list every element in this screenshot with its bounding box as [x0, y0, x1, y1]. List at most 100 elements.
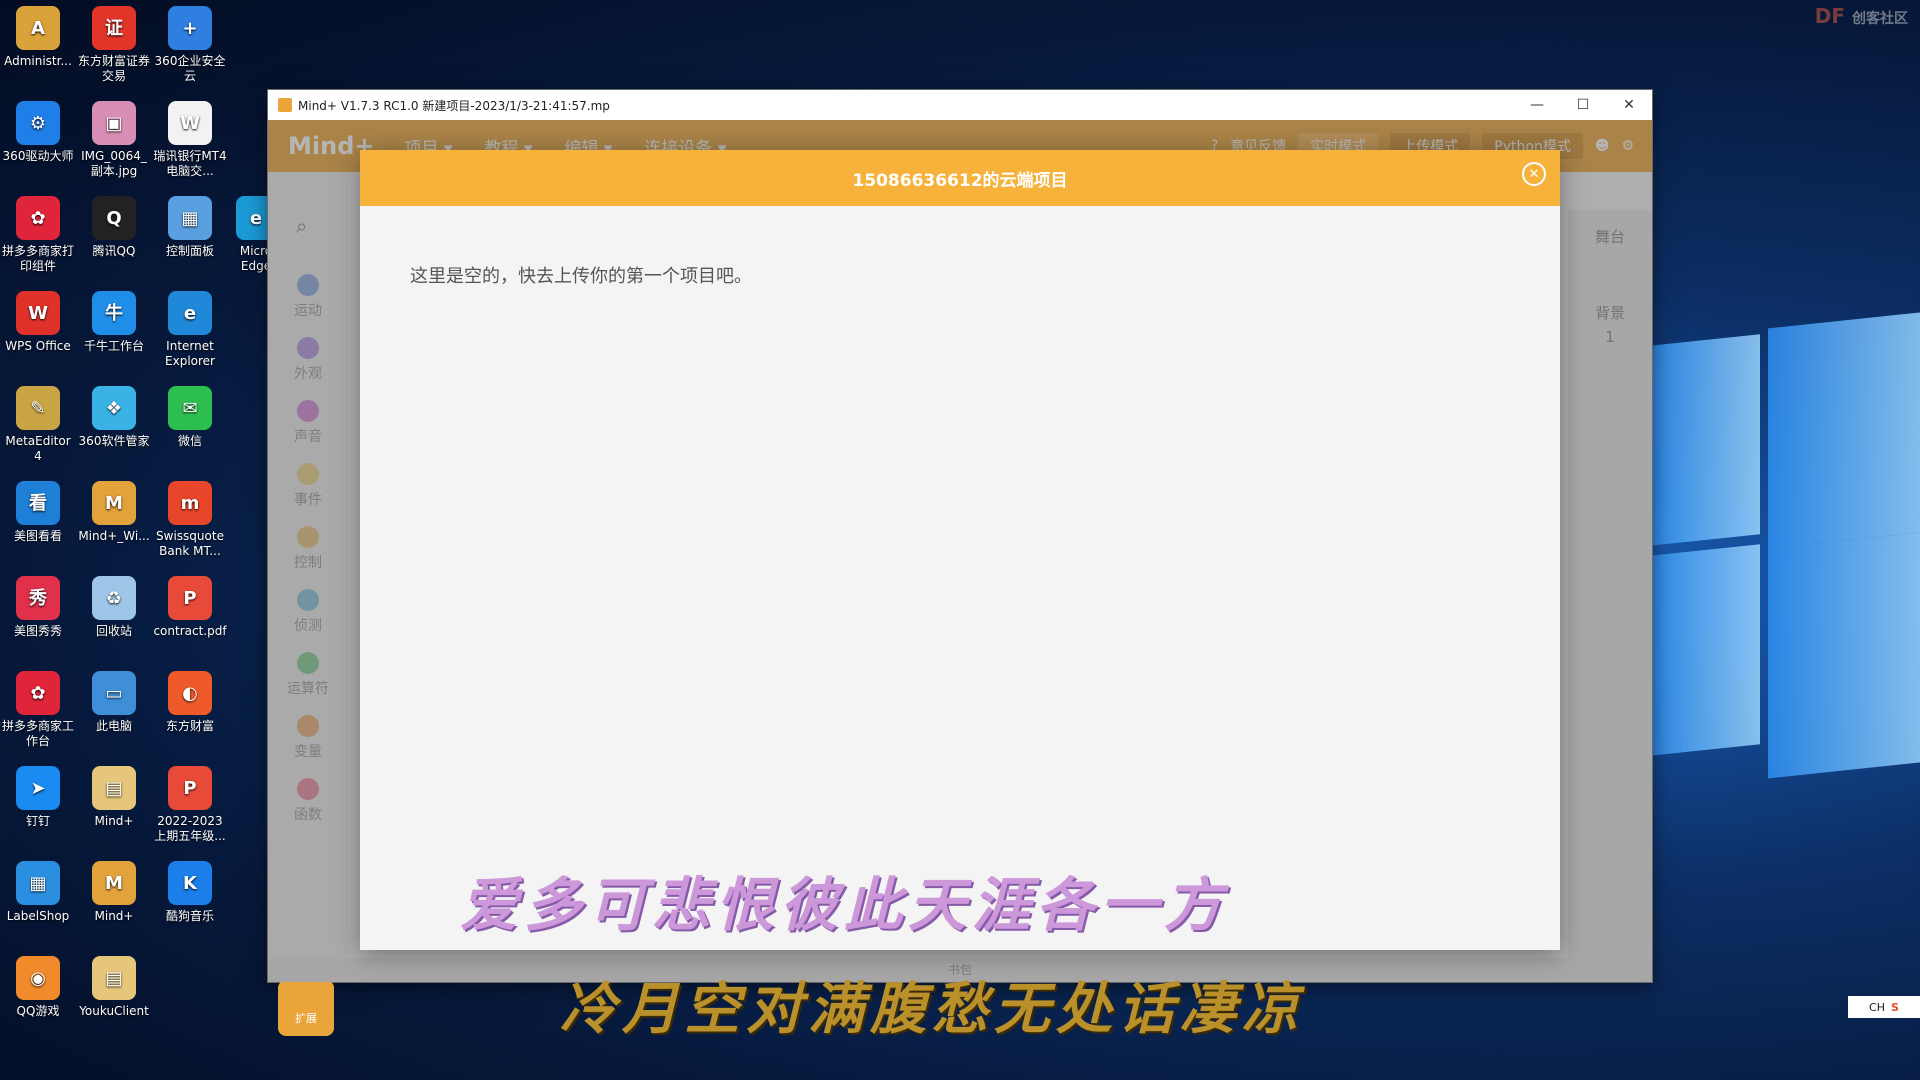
desktop-icon[interactable]: ▭ 此电脑: [76, 671, 152, 734]
app-icon: 看: [16, 481, 60, 525]
desktop-icon[interactable]: P 2022-2023上期五年级...: [152, 766, 228, 844]
app-icon: m: [168, 481, 212, 525]
desktop-icon[interactable]: 秀美图秀秀: [0, 576, 76, 639]
app-icon: P: [168, 576, 212, 620]
app-icon: ➤: [16, 766, 60, 810]
app-icon: A: [16, 6, 60, 50]
desktop-icon-label: 拼多多商家打印组件: [1, 244, 74, 273]
app-icon: W: [168, 101, 212, 145]
desktop-icon[interactable]: ✉ 微信: [152, 386, 228, 449]
desktop-icon[interactable]: ▤ Mind+: [76, 766, 152, 829]
desktop-icon-label: QQ游戏: [16, 1004, 60, 1018]
desktop-icon-label: 东方财富证券交易: [77, 54, 150, 83]
minimize-button[interactable]: —: [1514, 90, 1560, 120]
desktop-icon-label: Mind+_Wi...: [78, 529, 150, 543]
desktop-icon[interactable]: 牛千牛工作台: [76, 291, 152, 354]
desktop-icon[interactable]: Q 腾讯QQ: [76, 196, 152, 259]
app-icon: ▭: [92, 671, 136, 715]
df-brand-prefix: DF: [1814, 4, 1846, 28]
desktop-icon[interactable]: ➤ 钉钉: [0, 766, 76, 829]
desktop-icon[interactable]: ◐ 东方财富: [152, 671, 228, 734]
desktop-icon[interactable]: K 酷狗音乐: [152, 861, 228, 924]
windows-logo-wallpaper: [1640, 300, 1920, 780]
app-icon: K: [168, 861, 212, 905]
desktop-icon[interactable]: ▦ 控制面板: [152, 196, 228, 259]
desktop-icon-label: 酷狗音乐: [165, 909, 214, 923]
window-title: Mind+ V1.7.3 RC1.0 新建项目-2023/1/3-21:41:5…: [298, 98, 610, 113]
desktop-icon-label: 360软件管家: [78, 434, 150, 448]
app-icon: 牛: [92, 291, 136, 335]
dialog-title: 15086636612的云端项目: [852, 170, 1068, 191]
app-icon: 秀: [16, 576, 60, 620]
desktop-icon-label: 360企业安全云: [154, 54, 226, 83]
extension-button[interactable]: 扩展: [278, 980, 334, 1036]
desktop-icon[interactable]: M Mind+_Wi...: [76, 481, 152, 544]
desktop-icon[interactable]: ◉ QQ游戏: [0, 956, 76, 1019]
desktop-icon-label: LabelShop: [6, 909, 70, 923]
app-icon: ✎: [16, 386, 60, 430]
app-icon: M: [92, 481, 136, 525]
desktop-icon[interactable]: e Internet Explorer: [152, 291, 228, 369]
window-titlebar: Mind+ V1.7.3 RC1.0 新建项目-2023/1/3-21:41:5…: [268, 90, 1652, 120]
desktop-icon-label: 腾讯QQ: [92, 244, 136, 258]
app-icon: e: [168, 291, 212, 335]
desktop-icon[interactable]: ▤ YoukuClient: [76, 956, 152, 1019]
desktop-icon-label: contract.pdf: [153, 624, 227, 638]
desktop-icon[interactable]: Pcontract.pdf: [152, 576, 228, 639]
app-icon: M: [92, 861, 136, 905]
desktop-icon-label: Internet Explorer: [165, 339, 215, 368]
ime-tray[interactable]: CH S: [1848, 996, 1920, 1018]
desktop-icon[interactable]: ♻ 回收站: [76, 576, 152, 639]
sogou-icon: S: [1891, 1000, 1899, 1014]
desktop-icon[interactable]: W 瑞讯银行MT4电脑交...: [152, 101, 228, 179]
app-icon: ♻: [92, 576, 136, 620]
desktop-icon[interactable]: M Mind+: [76, 861, 152, 924]
desktop-icon-label: 美图秀秀: [13, 624, 62, 638]
desktop-icon-label: 360驱动大师: [2, 149, 74, 163]
desktop-icon[interactable]: ⚙ 360驱动大师: [0, 101, 76, 164]
app-icon: ✿: [16, 671, 60, 715]
app-icon: ❖: [92, 386, 136, 430]
dialog-close-button[interactable]: ✕: [1522, 162, 1546, 186]
app-icon: ✉: [168, 386, 212, 430]
desktop-icon-label: Mind+: [94, 814, 134, 828]
desktop-icon-label: Mind+: [94, 909, 134, 923]
cloud-projects-dialog: 15086636612的云端项目 ✕ 这里是空的，快去上传你的第一个项目吧。: [360, 150, 1560, 950]
desktop-icon[interactable]: m Swissquote Bank MT...: [152, 481, 228, 559]
mindplus-app-icon: [278, 98, 292, 112]
desktop-icon-label: 瑞讯银行MT4电脑交...: [153, 149, 227, 178]
desktop-icon-label: WPS Office: [5, 339, 71, 353]
desktop-icon-label: YoukuClient: [79, 1004, 149, 1018]
ime-label: CH: [1869, 1000, 1885, 1014]
desktop-icon-label: 东方财富: [165, 719, 214, 733]
app-icon: ▣: [92, 101, 136, 145]
app-icon: W: [16, 291, 60, 335]
desktop-icon-label: MetaEditor 4: [5, 434, 71, 463]
desktop-icon[interactable]: ❖ 360软件管家: [76, 386, 152, 449]
desktop-icon[interactable]: ▣ IMG_0064_副本.jpg: [76, 101, 152, 179]
desktop-icon[interactable]: ✿ 拼多多商家打印组件: [0, 196, 76, 274]
close-button[interactable]: ✕: [1606, 90, 1652, 120]
desktop-icon[interactable]: +360企业安全云: [152, 6, 228, 84]
desktop-icon[interactable]: ▦ LabelShop: [0, 861, 76, 924]
app-icon: ◉: [16, 956, 60, 1000]
maximize-button[interactable]: ☐: [1560, 90, 1606, 120]
desktop-icon-label: 此电脑: [95, 719, 132, 733]
desktop-icon[interactable]: 看美图看看: [0, 481, 76, 544]
lyric-line-1: 爱多可悲恨彼此天涯各一方: [460, 871, 1229, 939]
app-icon: ▤: [92, 956, 136, 1000]
desktop-icon[interactable]: W WPS Office: [0, 291, 76, 354]
desktop-icon[interactable]: ✿ 拼多多商家工作台: [0, 671, 76, 749]
desktop-icon-label: 控制面板: [165, 244, 214, 258]
df-brand-rest: 创客社区: [1852, 11, 1908, 27]
empty-message: 这里是空的，快去上传你的第一个项目吧。: [410, 266, 752, 287]
desktop-icon[interactable]: A Administr...: [0, 6, 76, 69]
desktop-icon-label: 拼多多商家工作台: [1, 719, 74, 748]
app-icon: ▤: [92, 766, 136, 810]
desktop-icon-label: 2022-2023上期五年级...: [154, 814, 226, 843]
app-icon: ▦: [16, 861, 60, 905]
app-icon: ⚙: [16, 101, 60, 145]
desktop-icon[interactable]: ✎ MetaEditor 4: [0, 386, 76, 464]
desktop-icon[interactable]: 证东方财富证券交易: [76, 6, 152, 84]
dialog-header: 15086636612的云端项目 ✕: [360, 150, 1560, 206]
